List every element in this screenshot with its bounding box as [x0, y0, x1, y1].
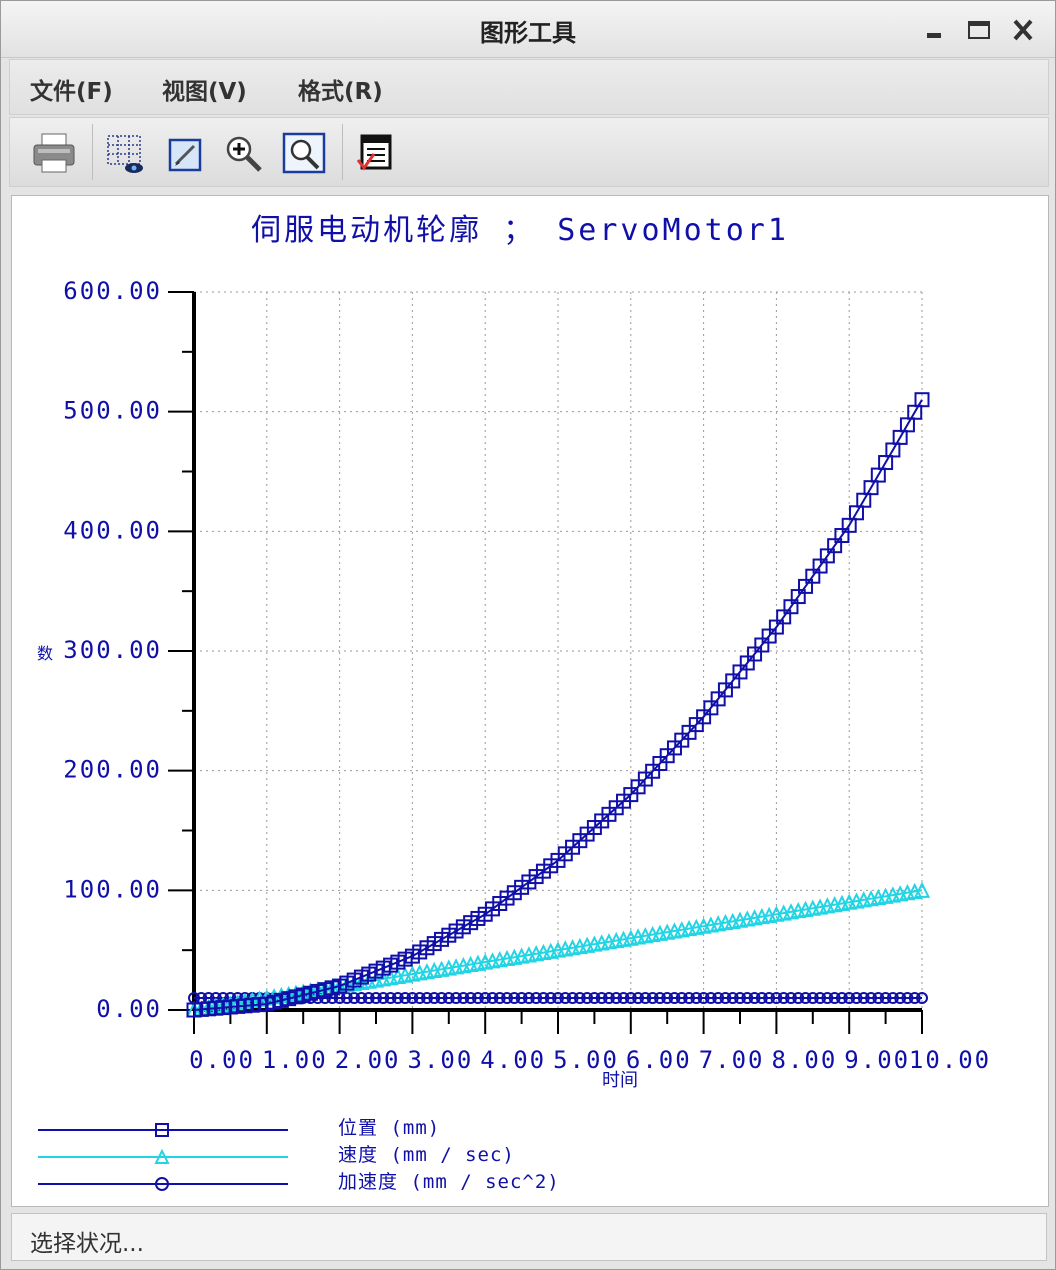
- maximize-icon: [968, 21, 990, 39]
- zoom-fit-icon: [282, 132, 326, 174]
- legend-label: 加速度 (mm / sec^2): [338, 1171, 560, 1193]
- zoom-in-button[interactable]: [220, 130, 268, 178]
- maximize-button[interactable]: [961, 9, 997, 49]
- chart-title: 伺服电动机轮廓 ； ServoMotor1: [251, 213, 789, 248]
- zoom-in-icon: [226, 136, 262, 172]
- status-text: 选择状况...: [30, 1231, 144, 1257]
- print-button[interactable]: [30, 130, 78, 178]
- y-tick-label: 0.00: [96, 995, 162, 1023]
- menu-view[interactable]: 视图(V): [158, 72, 251, 106]
- zoom-fit-button[interactable]: [280, 130, 328, 178]
- close-button[interactable]: [1005, 9, 1041, 49]
- x-tick-label: 4.00: [480, 1046, 546, 1074]
- export-icon: [356, 134, 392, 171]
- y-tick-label: 200.00: [63, 756, 162, 784]
- minimize-button[interactable]: [915, 9, 951, 49]
- title-bar[interactable]: 图形工具: [1, 1, 1055, 58]
- x-tick-label: 9.00: [844, 1046, 910, 1074]
- edit-button[interactable]: [162, 130, 210, 178]
- menu-format[interactable]: 格式(R): [294, 72, 387, 106]
- toolbar-separator: [342, 124, 343, 180]
- plot-area: 伺服电动机轮廓 ； ServoMotor1 0.00 100.00 200.00 300…: [11, 195, 1049, 1207]
- y-tick-label: 300.00: [63, 636, 162, 664]
- x-axis-label: 时间: [602, 1070, 638, 1091]
- edit-icon: [168, 138, 202, 172]
- legend-label: 速度 (mm / sec): [338, 1144, 515, 1166]
- y-tick-label: 600.00: [63, 277, 162, 305]
- menu-bar: 文件(F) 视图(V) 格式(R): [9, 59, 1049, 115]
- x-tick-label: 8.00: [772, 1046, 838, 1074]
- y-tick-label: 100.00: [63, 875, 162, 903]
- graph-tool-window: 图形工具 文件(F) 视图(V) 格式(R) 伺服电动机轮廓 ； ServoMo…: [0, 0, 1056, 1270]
- minimize-icon: [927, 33, 941, 38]
- toolbar: [9, 117, 1049, 187]
- y-tick-label: 400.00: [63, 516, 162, 544]
- x-tick-label: 7.00: [699, 1046, 765, 1074]
- toolbar-separator: [92, 124, 93, 180]
- chart-svg: 伺服电动机轮廓 ； ServoMotor1 0.00 100.00 200.00 300…: [37, 213, 991, 1193]
- x-tick-label: 0.00: [189, 1046, 255, 1074]
- y-tick-label: 500.00: [63, 397, 162, 425]
- menu-file[interactable]: 文件(F): [26, 72, 117, 106]
- x-tick-label: 1.00: [262, 1046, 328, 1074]
- close-icon: [1013, 19, 1033, 41]
- grid-view-icon: [107, 135, 143, 173]
- status-bar: 选择状况...: [11, 1213, 1047, 1261]
- x-tick-label: 10.00: [909, 1046, 991, 1074]
- y-axis-label: 数: [37, 644, 53, 663]
- x-tick-label: 2.00: [335, 1046, 401, 1074]
- x-tick-label: 3.00: [408, 1046, 474, 1074]
- window-title: 图形工具: [480, 19, 576, 47]
- print-icon: [33, 133, 75, 173]
- legend-label: 位置 (mm): [338, 1117, 440, 1139]
- grid-view-button[interactable]: [102, 130, 150, 178]
- export-button[interactable]: [352, 130, 400, 178]
